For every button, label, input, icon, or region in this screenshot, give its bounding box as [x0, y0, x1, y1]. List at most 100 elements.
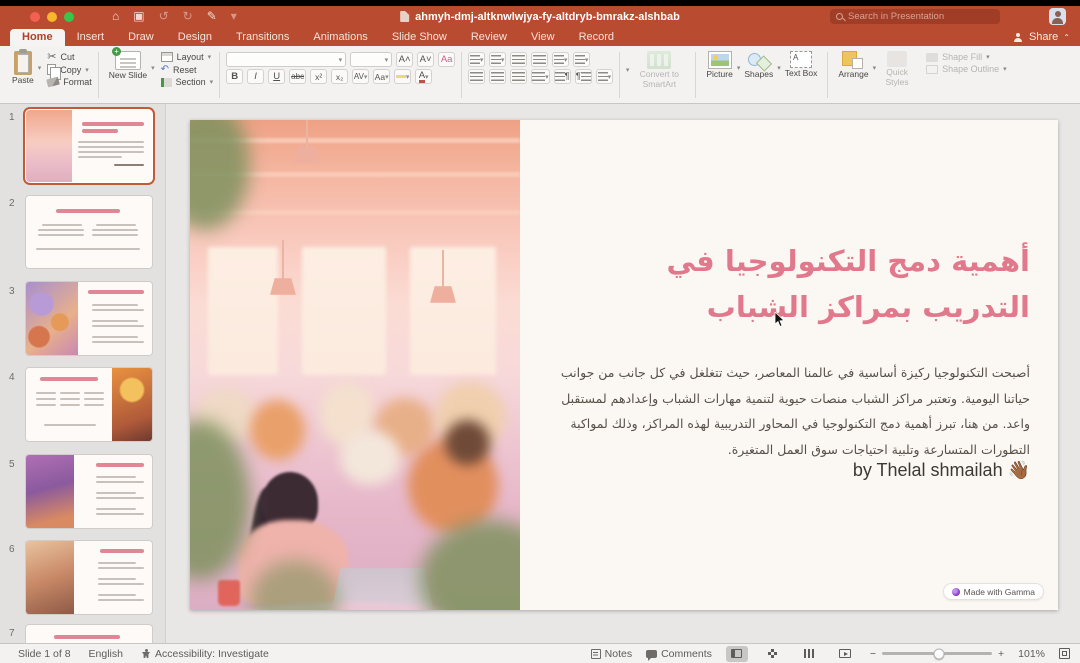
cut-button[interactable]: ✂Cut — [47, 52, 92, 62]
text-align-vertical-button[interactable]: ▾ — [596, 69, 613, 84]
redo-icon[interactable]: ↻ — [183, 6, 193, 27]
subscript-button[interactable]: x₂ — [331, 69, 348, 84]
tab-view[interactable]: View — [519, 29, 567, 46]
copy-button[interactable]: Copy▾ — [47, 64, 92, 75]
slide-thumbnail-panel[interactable]: 1 2 3 — [0, 104, 166, 643]
layout-button[interactable]: Layout▾ — [161, 52, 214, 62]
language-indicator[interactable]: English — [89, 648, 123, 660]
bold-button[interactable]: B — [226, 69, 243, 84]
home-icon[interactable]: ⌂ — [112, 6, 119, 27]
tab-record[interactable]: Record — [567, 29, 626, 46]
toolbar-chevron-icon[interactable]: ▾ — [231, 6, 237, 27]
tab-transitions[interactable]: Transitions — [224, 29, 301, 46]
line-spacing-button[interactable]: ▾ — [552, 52, 569, 67]
numbering-button[interactable]: ▾ — [489, 52, 506, 67]
made-with-gamma-badge[interactable]: Made with Gamma — [943, 583, 1044, 600]
tab-animations[interactable]: Animations — [301, 29, 379, 46]
slide-1-editor[interactable]: أهمية دمج التكنولوجيا في التدريب بمراكز … — [190, 120, 1058, 610]
align-center-button[interactable] — [489, 69, 506, 84]
tab-review[interactable]: Review — [459, 29, 519, 46]
underline-button[interactable]: U — [268, 69, 285, 84]
picture-button[interactable]: Picture — [702, 50, 736, 81]
slide-canvas[interactable]: أهمية دمج التكنولوجيا في التدريب بمراكز … — [166, 104, 1080, 643]
close-window-button[interactable] — [30, 12, 40, 22]
thumbnail-slide-4[interactable] — [26, 368, 152, 441]
thumbnail-slide-5[interactable] — [26, 455, 152, 528]
superscript-button[interactable]: x² — [310, 69, 327, 84]
text-box-button[interactable]: A Text Box — [781, 50, 822, 80]
comments-icon — [646, 650, 657, 658]
paste-button[interactable]: Paste — [8, 50, 38, 87]
tab-draw[interactable]: Draw — [116, 29, 166, 46]
character-spacing-button[interactable]: AV▾ — [352, 69, 369, 84]
shapes-button[interactable]: Shapes — [740, 50, 777, 81]
quick-styles-button[interactable]: Quick Styles — [876, 50, 918, 89]
normal-view-button[interactable] — [726, 646, 748, 662]
tab-design[interactable]: Design — [166, 29, 224, 46]
zoom-slider[interactable] — [882, 652, 992, 655]
text-direction-ltr-button[interactable]: ¶ — [554, 69, 571, 84]
slideshow-view-button[interactable] — [834, 646, 856, 662]
format-painter-button[interactable]: Format — [47, 77, 92, 87]
justify-button[interactable]: ▾ — [531, 69, 550, 84]
accessibility-status[interactable]: Accessibility: Investigate — [141, 648, 269, 660]
clear-formatting-button[interactable]: Aa — [438, 52, 455, 67]
shape-fill-button[interactable]: Shape Fill▾ — [926, 52, 1007, 62]
notes-button[interactable]: Notes — [591, 648, 632, 660]
tab-home[interactable]: Home — [10, 29, 65, 46]
quick-styles-icon — [887, 51, 907, 67]
decrease-indent-button[interactable] — [510, 52, 527, 67]
zoom-window-button[interactable] — [64, 12, 74, 22]
zoom-percentage[interactable]: 101% — [1018, 648, 1045, 660]
thumbnail-slide-1[interactable] — [26, 110, 152, 182]
save-icon[interactable]: ▣ — [133, 6, 144, 27]
thumbnail-slide-3[interactable] — [26, 282, 152, 355]
font-group: ▾ ▾ A˄ A˅ Aa B I U abc x² x₂ AV▾ Aa▾ ▾ A… — [222, 49, 459, 101]
paste-dropdown-icon[interactable]: ▾ — [38, 64, 42, 72]
slide-byline[interactable]: by Thelal shmailah 👋🏾 — [560, 460, 1030, 481]
align-left-button[interactable] — [468, 69, 485, 84]
convert-to-smartart-button[interactable]: Convert to SmartArt — [629, 50, 689, 91]
slide-counter[interactable]: Slide 1 of 8 — [18, 648, 71, 660]
slide-sorter-view-button[interactable] — [762, 646, 784, 662]
minimize-window-button[interactable] — [47, 12, 57, 22]
text-direction-rtl-button[interactable]: ¶ — [575, 69, 592, 84]
fit-slide-to-window-icon[interactable] — [1059, 648, 1070, 659]
section-button[interactable]: Section▾ — [161, 77, 214, 87]
zoom-in-button[interactable]: + — [998, 648, 1004, 660]
increase-font-button[interactable]: A˄ — [396, 52, 413, 67]
thumbnail-slide-6[interactable] — [26, 541, 152, 614]
new-slide-dropdown-icon[interactable]: ▾ — [151, 64, 155, 72]
reset-button[interactable]: ↶Reset — [161, 64, 214, 75]
italic-button[interactable]: I — [247, 69, 264, 84]
draw-icon[interactable]: ✎ — [207, 6, 217, 27]
tab-insert[interactable]: Insert — [65, 29, 117, 46]
arrange-button[interactable]: Arrange — [834, 50, 872, 81]
bullets-button[interactable]: ▾ — [468, 52, 485, 67]
shape-outline-button[interactable]: Shape Outline▾ — [926, 64, 1007, 74]
strikethrough-button[interactable]: abc — [289, 69, 306, 84]
tab-slide-show[interactable]: Slide Show — [380, 29, 459, 46]
reading-view-button[interactable] — [798, 646, 820, 662]
comments-button[interactable]: Comments — [646, 648, 712, 660]
account-avatar[interactable] — [1049, 8, 1066, 25]
change-case-button[interactable]: Aa▾ — [373, 69, 390, 84]
undo-icon[interactable]: ↺ — [159, 6, 169, 27]
thumbnail-slide-2[interactable] — [26, 196, 152, 268]
zoom-slider-knob[interactable] — [934, 648, 945, 659]
align-right-button[interactable] — [510, 69, 527, 84]
highlight-color-button[interactable]: ▾ — [394, 69, 411, 84]
decrease-font-button[interactable]: A˅ — [417, 52, 434, 67]
font-size-select[interactable]: ▾ — [350, 52, 392, 67]
thumbnail-slide-7[interactable] — [26, 625, 152, 643]
increase-indent-button[interactable] — [531, 52, 548, 67]
search-input[interactable]: Search in Presentation — [830, 9, 1000, 24]
slide-title[interactable]: أهمية دمج التكنولوجيا في التدريب بمراكز … — [560, 238, 1030, 331]
share-button[interactable]: Share ⌃ — [1014, 31, 1070, 46]
columns-button[interactable]: ▾ — [573, 52, 590, 67]
new-slide-button[interactable]: + New Slide — [105, 50, 151, 82]
zoom-out-button[interactable]: − — [870, 648, 876, 660]
font-name-select[interactable]: ▾ — [226, 52, 346, 67]
font-color-button[interactable]: A▾ — [415, 69, 432, 84]
slide-body-text[interactable]: أصبحت التكنولوجيا ركيزة أساسية في عالمنا… — [552, 360, 1030, 463]
